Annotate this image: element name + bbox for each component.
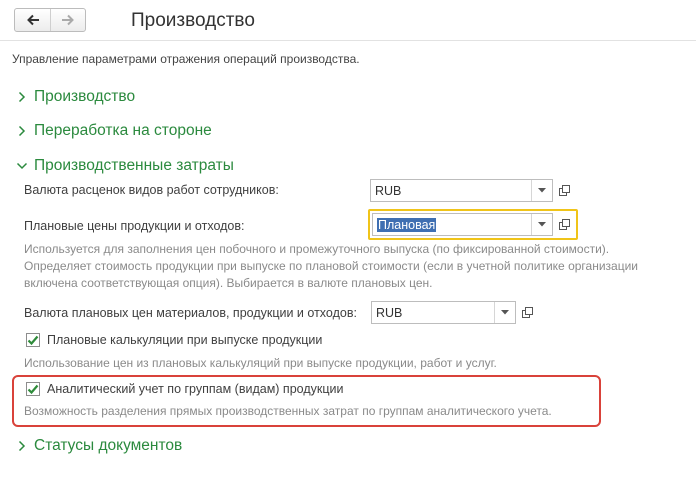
planned-calc-hint: Использование цен из плановых калькуляци… bbox=[24, 356, 497, 370]
planned-prices-select[interactable]: Плановая bbox=[372, 213, 553, 236]
open-window-icon bbox=[558, 219, 570, 230]
back-button[interactable] bbox=[15, 9, 50, 31]
planned-prices-value: Плановая bbox=[377, 217, 437, 232]
chevron-right-icon bbox=[18, 440, 26, 452]
planned-prices-hint-2: Определяет стоимость продукции при выпус… bbox=[24, 259, 638, 273]
planned-calc-row[interactable]: Плановые калькуляции при выпуске продукц… bbox=[26, 333, 322, 347]
chevron-down-icon bbox=[538, 222, 546, 227]
chevron-right-icon bbox=[18, 91, 26, 103]
planned-calc-label: Плановые калькуляции при выпуске продукц… bbox=[47, 333, 323, 347]
section-title: Производственные затраты bbox=[34, 157, 234, 174]
open-window-icon bbox=[521, 307, 533, 318]
dropdown-button[interactable] bbox=[494, 302, 515, 323]
open-button[interactable] bbox=[554, 214, 574, 235]
section-title: Производство bbox=[34, 88, 136, 105]
checkmark-icon bbox=[27, 384, 39, 394]
section-title: Статусы документов bbox=[34, 437, 183, 454]
planned-currency-label: Валюта плановых цен материалов, продукци… bbox=[24, 306, 357, 320]
analytic-accounting-row[interactable]: Аналитический учет по группам (видам) пр… bbox=[26, 382, 343, 396]
checkmark-icon bbox=[27, 335, 39, 345]
planned-prices-hint-3: включена соответствующая опция). Выбирае… bbox=[24, 276, 433, 290]
planned-prices-label: Плановые цены продукции и отходов: bbox=[24, 219, 245, 233]
rate-currency-value: RUB bbox=[375, 183, 402, 198]
open-button[interactable] bbox=[517, 302, 537, 323]
chevron-down-icon bbox=[538, 188, 546, 193]
planned-prices-hint-1: Используется для заполнения цен побочног… bbox=[24, 242, 610, 256]
arrow-right-icon bbox=[62, 14, 74, 26]
chevron-down-icon bbox=[501, 310, 509, 315]
arrow-left-icon bbox=[26, 14, 39, 26]
analytic-accounting-label: Аналитический учет по группам (видам) пр… bbox=[47, 382, 344, 396]
open-button[interactable] bbox=[554, 180, 574, 201]
open-window-icon bbox=[558, 185, 570, 196]
forward-button[interactable] bbox=[50, 9, 85, 31]
header-divider bbox=[0, 40, 696, 41]
section-production[interactable]: Производство bbox=[18, 87, 135, 107]
planned-calc-checkbox[interactable] bbox=[26, 333, 40, 347]
rate-currency-select[interactable]: RUB bbox=[370, 179, 553, 202]
section-outsourcing[interactable]: Переработка на стороне bbox=[18, 121, 212, 141]
section-document-statuses[interactable]: Статусы документов bbox=[18, 436, 182, 456]
dropdown-button[interactable] bbox=[531, 180, 552, 201]
dropdown-button[interactable] bbox=[531, 214, 552, 235]
analytic-accounting-hint: Возможность разделения прямых производст… bbox=[24, 404, 552, 418]
section-production-costs[interactable]: Производственные затраты bbox=[16, 156, 234, 176]
planned-currency-select[interactable]: RUB bbox=[371, 301, 516, 324]
nav-buttons bbox=[14, 8, 86, 32]
analytic-accounting-checkbox[interactable] bbox=[26, 382, 40, 396]
rate-currency-label: Валюта расценок видов работ сотрудников: bbox=[24, 183, 279, 197]
chevron-right-icon bbox=[18, 125, 26, 137]
page-title: Производство bbox=[131, 10, 255, 31]
planned-prices-value-wrap: Плановая bbox=[373, 214, 531, 235]
chevron-down-icon bbox=[16, 162, 28, 170]
page-description: Управление параметрами отражения операци… bbox=[12, 52, 360, 66]
planned-currency-value: RUB bbox=[376, 305, 403, 320]
section-title: Переработка на стороне bbox=[34, 122, 212, 139]
